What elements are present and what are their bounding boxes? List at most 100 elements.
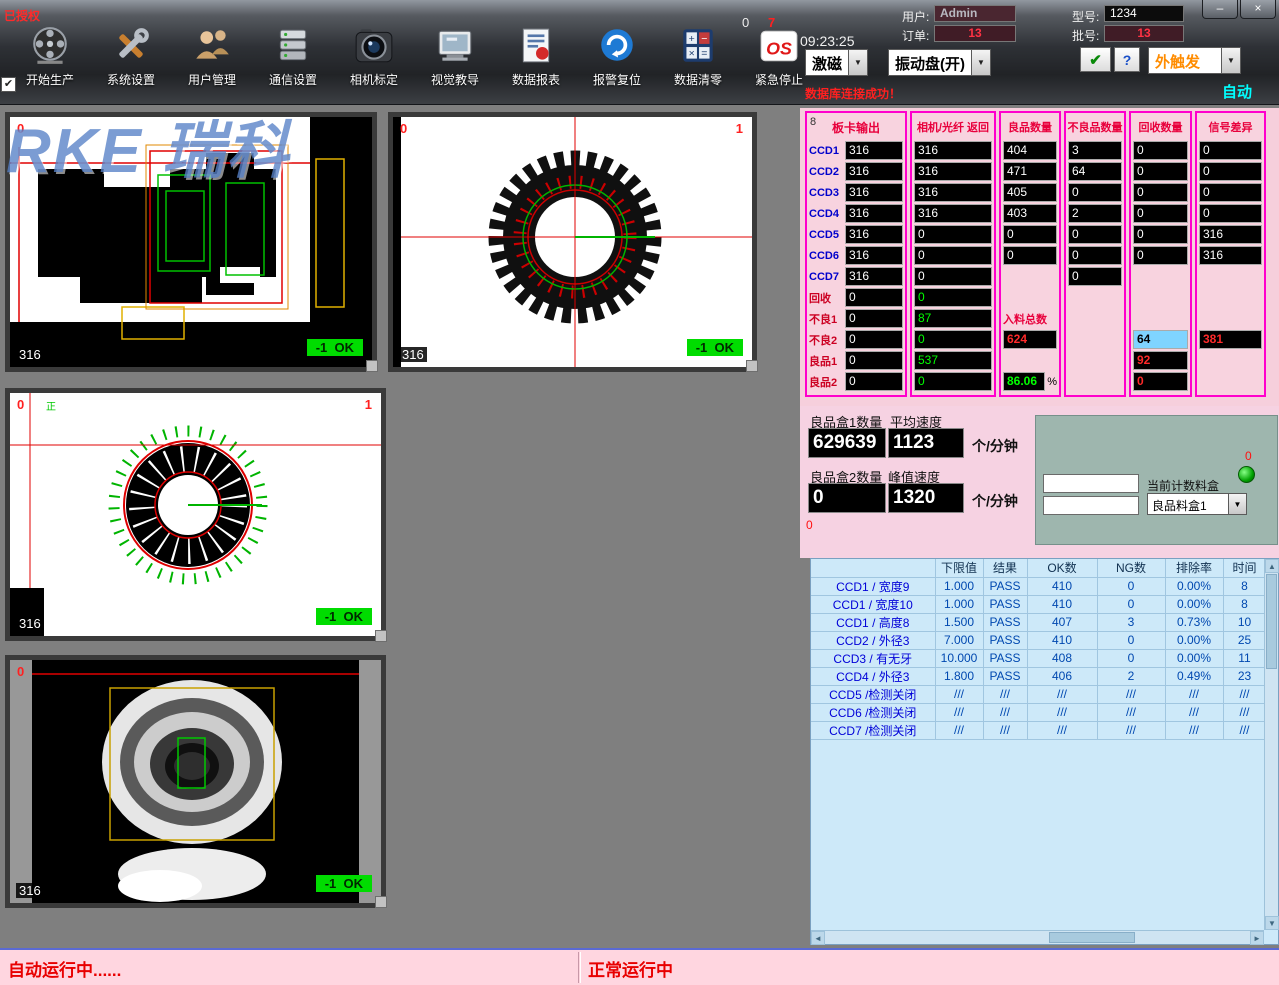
stats-header-label: 信号差异 — [1209, 122, 1253, 134]
side-checkbox[interactable]: ✔ — [1, 77, 16, 92]
stat-value: 405 — [1003, 183, 1057, 202]
vibrator-combo[interactable]: 振动盘(开) ▼ — [888, 49, 991, 76]
table-row[interactable]: CCD4 / 外径3 1.800 PASS 406 2 0.49% 23 — [811, 667, 1266, 685]
toolbar-button-label: 开始生产 — [26, 71, 74, 88]
minimize-button[interactable]: – — [1202, 0, 1238, 19]
result-time: 25 — [1223, 631, 1266, 649]
start-production-button[interactable]: 开始生产 — [14, 24, 86, 88]
result-time: 23 — [1223, 667, 1266, 685]
scrollbar-thumb[interactable] — [1266, 574, 1277, 669]
chevron-down-icon[interactable]: ▼ — [1229, 493, 1247, 515]
table-row[interactable]: CCD7 /检测关闭 /// /// /// /// /// /// — [811, 721, 1266, 739]
camera1-count: 316 — [16, 347, 44, 362]
result-status: /// — [983, 703, 1027, 721]
stats-group-good-count: 良品数量 404 471 405 403 0 0 入料总数 624 86.06% — [999, 111, 1061, 397]
camera-view-3: 0 正 1 316 -1 OK — [5, 388, 386, 641]
toolbar-button-label: 数据报表 — [512, 71, 560, 88]
hopper-input-2[interactable] — [1043, 496, 1139, 515]
hopper-select[interactable]: 良品料盒1 ▼ — [1147, 493, 1247, 515]
model-field[interactable]: 1234 — [1104, 5, 1184, 22]
stat-value: 0 — [914, 288, 992, 307]
chevron-down-icon[interactable]: ▼ — [972, 49, 991, 76]
resize-grip[interactable] — [366, 360, 378, 372]
stat-value: 0 — [1133, 183, 1188, 202]
scroll-up-icon[interactable]: ▲ — [1265, 559, 1279, 573]
stat-value: 403 — [1003, 204, 1057, 223]
order-field[interactable]: 13 — [934, 25, 1016, 42]
stat-row-label: 良品1 — [809, 353, 845, 369]
result-ok: 406 — [1027, 667, 1097, 685]
table-row[interactable]: CCD6 /检测关闭 /// /// /// /// /// /// — [811, 703, 1266, 721]
vision-teaching-button[interactable]: 视觉教导 — [419, 24, 491, 88]
results-header: NG数 — [1097, 559, 1165, 577]
user-management-button[interactable]: 用户管理 — [176, 24, 248, 88]
user-field[interactable]: Admin — [934, 5, 1016, 22]
result-rate: 0.00% — [1165, 577, 1223, 595]
result-name: CCD5 /检测关闭 — [811, 685, 935, 703]
hopper-input-1[interactable] — [1043, 474, 1139, 493]
stats-header-label: 板卡输出 — [832, 121, 880, 135]
camera3-frame-index: 0 — [17, 397, 24, 412]
good-rate-unit: % — [1047, 376, 1057, 388]
result-time: 8 — [1223, 595, 1266, 613]
batch-field[interactable]: 13 — [1104, 25, 1184, 42]
resize-grip[interactable] — [375, 896, 387, 908]
confirm-button[interactable]: ✔ — [1080, 47, 1111, 72]
data-report-button[interactable]: 数据报表 — [500, 24, 572, 88]
result-limit: 1.000 — [935, 595, 983, 613]
chevron-down-icon[interactable]: ▼ — [849, 49, 868, 76]
table-row[interactable]: CCD5 /检测关闭 /// /// /// /// /// /// — [811, 685, 1266, 703]
system-settings-button[interactable]: 系统设置 — [95, 24, 167, 88]
result-ok: /// — [1027, 721, 1097, 739]
vibrator-combo-value: 振动盘(开) — [888, 49, 972, 76]
alarm-reset-button[interactable]: 报警复位 — [581, 24, 653, 88]
chevron-down-icon[interactable]: ▼ — [1222, 47, 1241, 74]
close-button[interactable]: × — [1240, 0, 1276, 19]
stat-value: 316 — [845, 162, 903, 181]
scroll-right-icon[interactable]: ► — [1250, 931, 1264, 945]
help-button[interactable]: ? — [1114, 47, 1140, 72]
svg-text:OS: OS — [766, 38, 792, 58]
stat-value: 2 — [1068, 204, 1122, 223]
result-ng: 0 — [1097, 649, 1165, 667]
stat-row-label: CCD7 — [809, 271, 845, 283]
horizontal-scrollbar[interactable]: ◄ ► — [811, 930, 1264, 944]
stat-value: 0 — [914, 330, 992, 349]
scroll-down-icon[interactable]: ▼ — [1265, 916, 1279, 930]
result-time: /// — [1223, 703, 1266, 721]
stats-header-label: 不良品数量 — [1068, 122, 1123, 134]
result-limit: 7.000 — [935, 631, 983, 649]
result-ng: 0 — [1097, 595, 1165, 613]
table-row[interactable]: CCD1 / 高度8 1.500 PASS 407 3 0.73% 10 — [811, 613, 1266, 631]
vertical-scrollbar[interactable]: ▲ ▼ — [1264, 559, 1278, 930]
toolbar-button-label: 视觉教导 — [431, 71, 479, 88]
status-left-text: 自动运行中...... — [8, 956, 121, 981]
table-row[interactable]: CCD1 / 宽度9 1.000 PASS 410 0 0.00% 8 — [811, 577, 1266, 595]
camera3-image — [10, 393, 381, 636]
excite-combo[interactable]: 激磁 ▼ — [805, 49, 868, 76]
current-hopper-label: 当前计数料盒 — [1147, 477, 1219, 494]
resize-grip[interactable] — [375, 630, 387, 642]
stat-value: 381 — [1199, 330, 1262, 349]
result-ng: 2 — [1097, 667, 1165, 685]
camera-calibration-button[interactable]: 相机标定 — [338, 24, 410, 88]
stat-value: 316 — [845, 204, 903, 223]
stats-group-bad-count: 不良品数量 3 64 0 2 0 0 0 — [1064, 111, 1126, 397]
stats-header: 8 板卡输出 — [807, 113, 905, 140]
resize-grip[interactable] — [746, 360, 758, 372]
scroll-left-icon[interactable]: ◄ — [811, 931, 825, 945]
stat-value: 0 — [1068, 183, 1122, 202]
table-row[interactable]: CCD2 / 外径3 7.000 PASS 410 0 0.00% 25 — [811, 631, 1266, 649]
result-ng: /// — [1097, 685, 1165, 703]
stat-value: 0 — [1068, 225, 1122, 244]
data-clear-button[interactable]: +−×= 数据清零 — [662, 24, 734, 88]
table-row[interactable]: CCD1 / 宽度10 1.000 PASS 410 0 0.00% 8 — [811, 595, 1266, 613]
stat-value: 0 — [914, 267, 992, 286]
trigger-combo[interactable]: 外触发 ▼ — [1148, 47, 1241, 74]
communication-settings-button[interactable]: 通信设置 — [257, 24, 329, 88]
scrollbar-thumb[interactable] — [1049, 932, 1135, 943]
table-row[interactable]: CCD3 / 有无牙 10.000 PASS 408 0 0.00% 11 — [811, 649, 1266, 667]
result-rate: 0.00% — [1165, 631, 1223, 649]
camera1-result-badge: -1 OK — [307, 339, 363, 356]
stats-corner-count: 8 — [810, 116, 816, 128]
